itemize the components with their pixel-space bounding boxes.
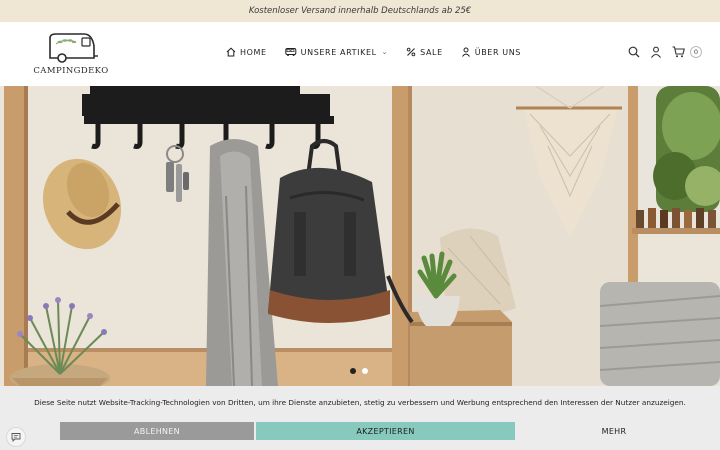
cookie-banner: Diese Seite nutzt Website-Tracking-Techn… [0, 386, 720, 450]
nav-item-sale[interactable]: SALE [406, 47, 443, 57]
site-header: CAMPINGDEKO HOME UNSERE ARTIKEL ⌄ SALE Ü… [0, 22, 720, 86]
chevron-down-icon: ⌄ [381, 48, 389, 56]
slider-pagination [350, 368, 368, 374]
accept-button[interactable]: AKZEPTIEREN [256, 422, 515, 440]
cart-count-badge: 0 [690, 46, 702, 58]
nav-item-label: UNSERE ARTIKEL [300, 47, 377, 57]
cookie-banner-text: Diese Seite nutzt Website-Tracking-Techn… [34, 398, 686, 407]
chat-widget-button[interactable] [6, 427, 26, 447]
search-button[interactable] [627, 45, 641, 59]
percent-icon [406, 47, 416, 57]
announcement-bar: Kostenloser Versand innerhalb Deutschlan… [0, 0, 720, 22]
decline-button[interactable]: ABLEHNEN [60, 422, 254, 440]
account-icon [651, 46, 661, 58]
page: Kostenloser Versand innerhalb Deutschlan… [0, 0, 720, 450]
nav-item-label: SALE [420, 47, 443, 57]
nav-item-home[interactable]: HOME [226, 47, 267, 57]
cart-icon [672, 46, 685, 58]
main-navigation: HOME UNSERE ARTIKEL ⌄ SALE ÜBER UNS [226, 47, 521, 57]
more-button[interactable]: MEHR [517, 422, 711, 440]
hero-slider[interactable] [0, 86, 720, 386]
camper-logo-icon [49, 33, 98, 63]
user-icon [461, 47, 470, 57]
nav-item-label: ÜBER UNS [474, 47, 521, 57]
nav-item-ueber-uns[interactable]: ÜBER UNS [461, 47, 521, 57]
search-icon [628, 46, 640, 58]
chat-icon [11, 433, 21, 442]
header-actions: 0 [627, 45, 702, 59]
announcement-text: Kostenloser Versand innerhalb Deutschlan… [248, 6, 472, 16]
hero-image [0, 86, 720, 386]
brand-name: CAMPINGDEKO [33, 66, 109, 76]
cart-button[interactable] [671, 45, 685, 59]
nav-item-unsere-artikel[interactable]: UNSERE ARTIKEL ⌄ [284, 47, 389, 57]
home-icon [226, 47, 236, 57]
slide-dot-1[interactable] [350, 368, 356, 374]
slide-dot-2[interactable] [362, 368, 368, 374]
account-button[interactable] [649, 45, 663, 59]
brand-logo[interactable]: CAMPINGDEKO [26, 28, 116, 82]
nav-item-label: HOME [240, 47, 267, 57]
van-icon [284, 48, 296, 56]
